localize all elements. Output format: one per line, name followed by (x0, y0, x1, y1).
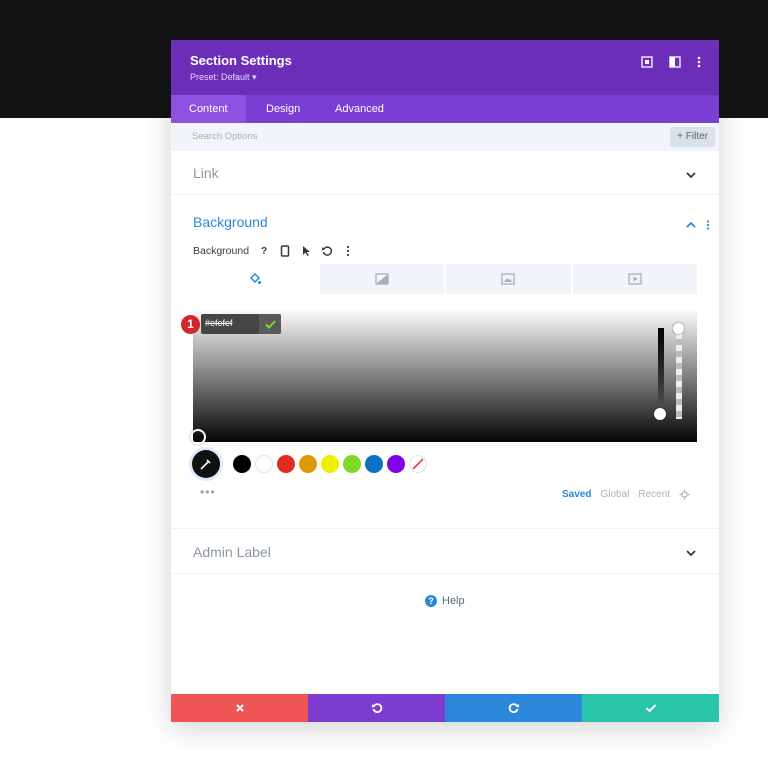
background-label: Background (193, 245, 250, 257)
opacity-slider-handle[interactable] (673, 323, 684, 334)
swatch-purple[interactable] (387, 455, 405, 473)
opacity-slider[interactable] (676, 327, 682, 419)
close-icon (235, 704, 244, 712)
color-fill-tab[interactable] (193, 264, 318, 294)
palette-tab-recent[interactable]: Recent (638, 489, 670, 500)
link-section[interactable]: Link (171, 151, 719, 195)
help-label: Help (442, 595, 465, 607)
save-button[interactable] (582, 694, 719, 722)
admin-label-section[interactable]: Admin Label (171, 528, 719, 574)
tab-design[interactable]: Design (248, 95, 318, 123)
swatch-green[interactable] (343, 455, 361, 473)
hue-slider[interactable] (658, 328, 664, 414)
undo-icon (371, 703, 382, 713)
color-picker-handle[interactable] (190, 429, 206, 445)
redo-button[interactable] (445, 694, 582, 722)
palette-tabs: Saved Global Recent (562, 489, 690, 500)
gradient-tab[interactable] (319, 264, 444, 294)
redo-icon (508, 703, 519, 713)
reset-icon[interactable] (320, 244, 334, 258)
chevron-down-icon[interactable] (685, 168, 697, 180)
background-type-tabs (193, 264, 697, 294)
swatch-transparent[interactable] (409, 455, 427, 473)
chevron-up-icon[interactable] (685, 218, 697, 230)
tab-advanced[interactable]: Advanced (317, 95, 402, 123)
cancel-button[interactable] (171, 694, 308, 722)
color-swatches (233, 455, 427, 473)
eyedropper-button[interactable] (192, 450, 220, 478)
eyedropper-icon (200, 459, 211, 470)
gradient-icon (375, 273, 389, 285)
image-icon (501, 273, 515, 285)
hex-input[interactable]: #efefef (201, 314, 281, 334)
admin-label-section-title: Admin Label (193, 544, 271, 560)
swatch-black[interactable] (233, 455, 251, 473)
section-settings-panel: Section Settings Preset: Default ▾ Conte… (171, 40, 719, 722)
palette-tab-saved[interactable]: Saved (562, 489, 591, 500)
search-input[interactable]: Search Options (192, 131, 257, 142)
swatch-orange[interactable] (299, 455, 317, 473)
hue-slider-handle[interactable] (654, 408, 666, 420)
gear-icon[interactable] (679, 489, 690, 500)
search-options-bar: Search Options + Filter (171, 123, 719, 151)
link-section-title: Link (193, 165, 219, 181)
annotation-badge: 1 (181, 315, 200, 334)
check-icon (645, 704, 656, 713)
hex-value[interactable]: #efefef (205, 318, 233, 328)
more-options-icon[interactable] (692, 55, 706, 69)
image-tab[interactable] (446, 264, 571, 294)
help-circle-icon: ? (425, 595, 437, 607)
check-icon (264, 319, 276, 329)
preset-selector[interactable]: Preset: Default ▾ (190, 72, 257, 83)
swatch-white[interactable] (255, 455, 273, 473)
palette-tab-global[interactable]: Global (600, 489, 629, 500)
panel-title: Section Settings (190, 53, 292, 68)
help-link[interactable]: ? Help (425, 595, 465, 607)
background-section-title[interactable]: Background (193, 214, 268, 230)
panel-footer (171, 694, 719, 722)
video-tab[interactable] (572, 264, 697, 294)
swatch-blue[interactable] (365, 455, 383, 473)
chevron-down-icon[interactable] (685, 546, 697, 558)
more-swatches-button[interactable]: ••• (200, 485, 216, 499)
no-color-icon (412, 458, 424, 470)
hover-cursor-icon[interactable] (299, 244, 313, 258)
section-more-icon[interactable] (702, 218, 714, 230)
option-more-icon[interactable] (341, 244, 355, 258)
swatch-yellow[interactable] (321, 455, 339, 473)
video-icon (628, 273, 642, 285)
settings-tabs: Content Design Advanced (171, 95, 719, 123)
filter-button[interactable]: + Filter (670, 127, 715, 147)
split-view-icon[interactable] (668, 55, 682, 69)
tab-content[interactable]: Content (171, 95, 246, 123)
expand-icon[interactable] (640, 55, 654, 69)
device-icon[interactable] (278, 244, 292, 258)
panel-header: Section Settings Preset: Default ▾ (171, 40, 719, 95)
swatch-red[interactable] (277, 455, 295, 473)
background-option-row: Background ? (193, 242, 362, 260)
paint-bucket-icon (250, 272, 262, 284)
help-icon[interactable]: ? (257, 244, 271, 258)
hex-confirm-button[interactable] (259, 314, 281, 334)
undo-button[interactable] (308, 694, 445, 722)
